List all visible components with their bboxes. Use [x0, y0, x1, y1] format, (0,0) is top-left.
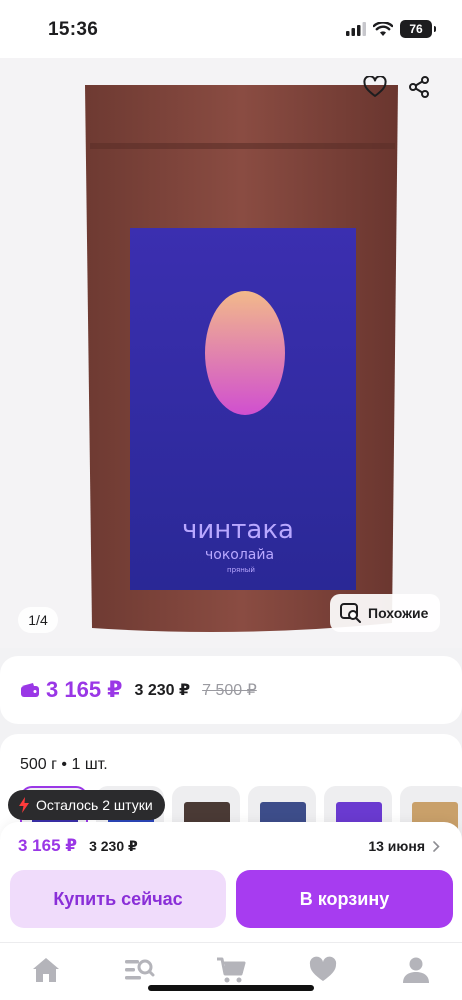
tab-home[interactable] — [26, 953, 66, 987]
gallery-actions — [362, 74, 432, 100]
share-button[interactable] — [406, 74, 432, 100]
image-search-icon — [340, 603, 361, 623]
status-bar: 15:36 76 — [0, 0, 462, 58]
stock-badge: Осталось 2 штуки — [8, 790, 165, 820]
buy-now-button[interactable]: Купить сейчас — [10, 870, 226, 928]
price-regular: 3 230 ₽ — [134, 682, 191, 699]
stock-text: Осталось 2 штуки — [36, 797, 153, 813]
similar-button[interactable]: Похожие — [330, 594, 440, 632]
tab-profile[interactable] — [396, 953, 436, 987]
panel-price: 3 165 ₽ 3 230 ₽ — [18, 836, 138, 856]
battery-icon: 76 — [400, 20, 436, 38]
wallet-price: 3 165 ₽ — [20, 677, 122, 703]
catalog-search-icon — [124, 959, 155, 980]
status-icons: 76 — [346, 20, 436, 38]
variant-label: 500 г • 1 шт. — [20, 756, 108, 773]
delivery-date[interactable]: 13 июня — [368, 838, 440, 854]
panel-price-main: 3 165 ₽ — [18, 836, 78, 855]
price-card: 3 165 ₽ 3 230 ₽ 7 500 ₽ — [0, 656, 462, 724]
price-main: 3 165 ₽ — [46, 677, 123, 702]
tab-cart[interactable] — [211, 953, 251, 987]
battery-level: 76 — [409, 22, 423, 36]
tab-catalog[interactable] — [119, 953, 159, 987]
add-to-cart-button[interactable]: В корзину — [236, 870, 453, 928]
similar-label: Похожие — [368, 605, 429, 621]
package-brand: чинтака — [182, 515, 294, 545]
product-gallery[interactable]: чинтака чоколайа пряный 1/4 Похожие — [0, 58, 462, 648]
chevron-right-icon — [433, 840, 440, 852]
home-indicator — [148, 985, 314, 991]
heart-icon — [363, 76, 387, 97]
cart-icon — [216, 957, 246, 983]
profile-icon — [402, 957, 429, 983]
favorites-icon — [310, 956, 337, 981]
panel-price-regular: 3 230 ₽ — [89, 837, 138, 854]
package-variant: пряный — [227, 566, 255, 574]
wifi-icon — [373, 21, 393, 36]
lightning-icon — [19, 797, 29, 813]
buy-panel: 3 165 ₽ 3 230 ₽ 13 июня Купить сейчас В … — [0, 822, 462, 942]
package-product: чоколайа — [205, 547, 274, 563]
signal-icon — [346, 22, 366, 36]
tab-bar — [0, 942, 462, 1000]
price-old: 7 500 ₽ — [202, 682, 257, 699]
image-pager: 1/4 — [18, 607, 58, 633]
share-icon — [409, 76, 429, 98]
status-time: 15:36 — [48, 19, 99, 40]
delivery-date-label: 13 июня — [368, 838, 425, 854]
home-icon — [33, 958, 60, 982]
product-image: чинтака чоколайа пряный — [85, 85, 398, 632]
tab-favorites[interactable] — [303, 953, 343, 987]
wallet-icon — [21, 683, 39, 697]
favorite-button[interactable] — [362, 74, 388, 100]
